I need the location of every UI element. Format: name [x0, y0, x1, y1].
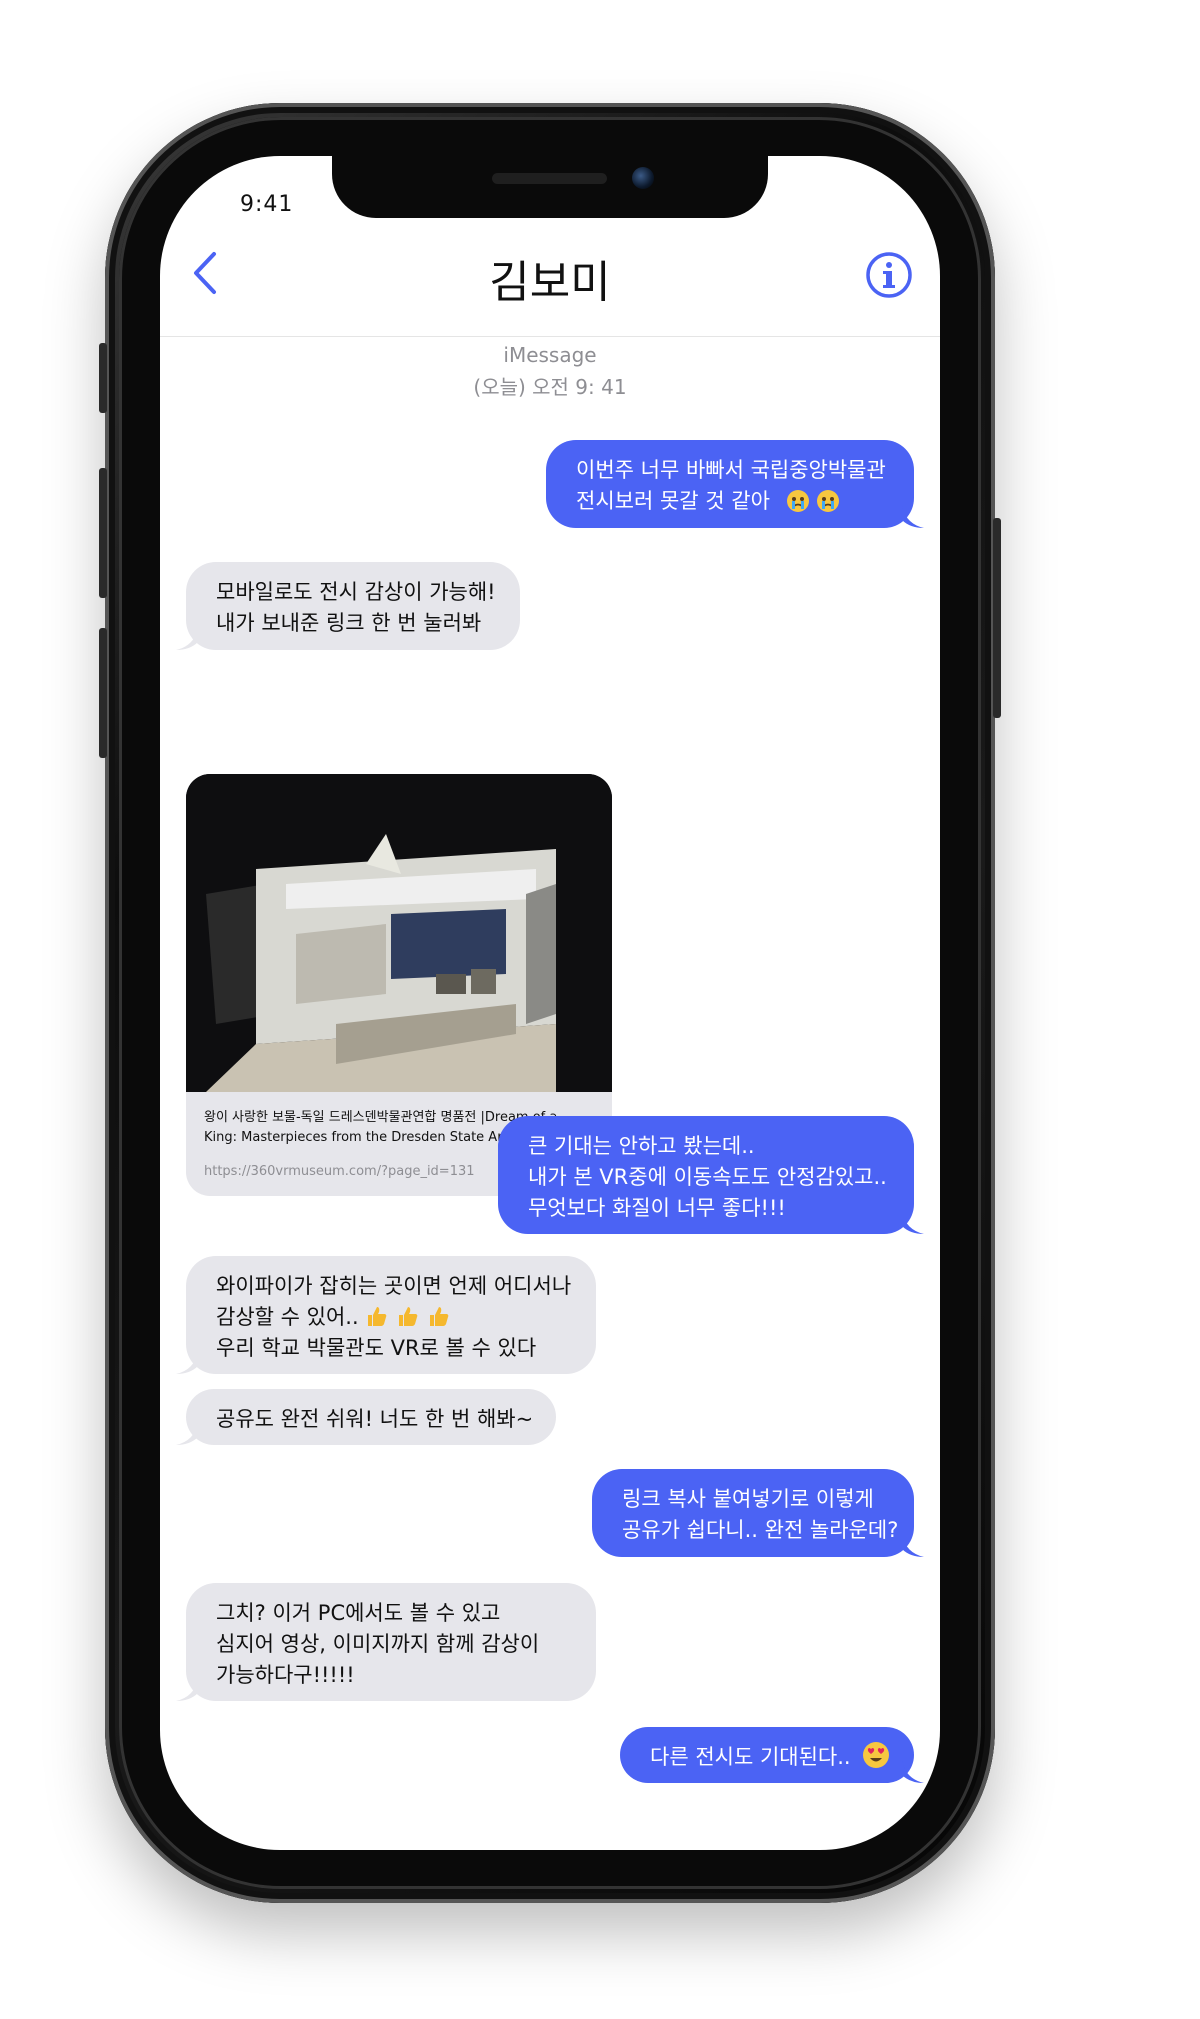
bubble-tail — [902, 1761, 924, 1783]
volume-down-button — [99, 628, 107, 758]
bubble-tail — [176, 1423, 198, 1445]
bubble-tail — [902, 506, 924, 528]
message-text-line: 다른 전시도 기대된다.. — [650, 1745, 851, 1769]
link-url: https://360vrmuseum.com/?page_id=131 — [204, 1164, 475, 1179]
incoming-message[interactable]: 모바일로도 전시 감상이 가능해! 내가 보내준 링크 한 번 눌러봐 — [176, 562, 520, 650]
outgoing-message[interactable]: 다른 전시도 기대된다.. — [620, 1727, 924, 1783]
incoming-message[interactable]: 공유도 완전 쉬워! 너도 한 번 해봐~ — [176, 1389, 556, 1445]
contact-name[interactable]: 김보미 — [160, 246, 940, 310]
power-button — [993, 518, 1001, 718]
message-text-line: 그치? 이거 PC에서도 볼 수 있고 — [216, 1601, 501, 1625]
bubble-tail — [902, 1212, 924, 1234]
outgoing-message[interactable]: 링크 복사 붙여넣기로 이렇게 공유가 쉽다니.. 완전 놀라운데? — [592, 1469, 924, 1557]
message-text-line: 공유도 완전 쉬워! 너도 한 번 해봐~ — [216, 1407, 534, 1431]
crying-face-icon — [817, 490, 840, 512]
message-text-line: 링크 복사 붙여넣기로 이렇게 — [622, 1487, 874, 1511]
mute-switch — [99, 343, 107, 413]
message-text-line: 무엇보다 화질이 너무 좋다!!! — [528, 1196, 786, 1220]
message-text-line: 가능하다구!!!!! — [216, 1663, 355, 1687]
message-text-line: 공유가 쉽다니.. 완전 놀라운데? — [622, 1518, 899, 1542]
message-text-line: 심지어 영상, 이미지까지 함께 감상이 — [216, 1632, 540, 1656]
service-label: iMessage — [503, 343, 597, 367]
message-timestamp: (오늘) 오전 9: 41 — [473, 375, 627, 399]
message-text-line: 전시보러 못갈 것 같아 — [576, 489, 770, 513]
notch — [332, 156, 768, 218]
thumbs-up-icon — [427, 1304, 451, 1328]
info-icon[interactable] — [865, 251, 913, 299]
message-text-line: 큰 기대는 안하고 봤는데.. — [528, 1134, 755, 1158]
earpiece-speaker — [492, 173, 607, 184]
bubble-tail — [176, 628, 198, 650]
front-camera — [632, 167, 654, 189]
conversation-header: 김보미 — [160, 226, 940, 337]
outgoing-message[interactable]: 이번주 너무 바빠서 국립중앙박물관 전시보러 못갈 것 같아 — [546, 440, 924, 528]
message-text-line: 내가 본 VR중에 이동속도도 안정감있고.. — [528, 1165, 887, 1189]
bubble-tail — [176, 1352, 198, 1374]
message-text-line: 와이파이가 잡히는 곳이면 언제 어디서나 — [216, 1274, 572, 1298]
incoming-message[interactable]: 그치? 이거 PC에서도 볼 수 있고 심지어 영상, 이미지까지 함께 감상이… — [176, 1583, 596, 1701]
message-text-line: 감상할 수 있어.. — [216, 1305, 359, 1329]
heart-eyes-face-icon — [863, 1742, 890, 1768]
outgoing-message[interactable]: 큰 기대는 안하고 봤는데.. 내가 본 VR중에 이동속도도 안정감있고.. … — [498, 1116, 924, 1234]
message-text-line: 이번주 너무 바빠서 국립중앙박물관 — [576, 458, 886, 482]
message-text-line: 우리 학교 박물관도 VR로 볼 수 있다 — [216, 1336, 537, 1360]
message-text-line: 내가 보내준 링크 한 번 눌러봐 — [216, 611, 482, 635]
crying-face-icon — [786, 490, 809, 512]
thumbs-up-icon — [365, 1304, 389, 1328]
message-text-line: 모바일로도 전시 감상이 가능해! — [216, 580, 496, 604]
thumbs-up-icon — [396, 1304, 420, 1328]
bubble-tail — [902, 1535, 924, 1557]
bubble-tail — [176, 1679, 198, 1701]
incoming-message[interactable]: 와이파이가 잡히는 곳이면 언제 어디서나 감상할 수 있어.. 우리 학교 박… — [176, 1256, 596, 1374]
volume-up-button — [99, 468, 107, 598]
phone-frame: 9:41 김보미 iMessage (오늘) 오전 9: 41 이번주 너무 바… — [99, 103, 1001, 1903]
vr-exhibition-thumbnail — [186, 774, 612, 1092]
phone-screen: 9:41 김보미 iMessage (오늘) 오전 9: 41 이번주 너무 바… — [160, 156, 940, 1850]
status-time: 9:41 — [240, 192, 294, 217]
